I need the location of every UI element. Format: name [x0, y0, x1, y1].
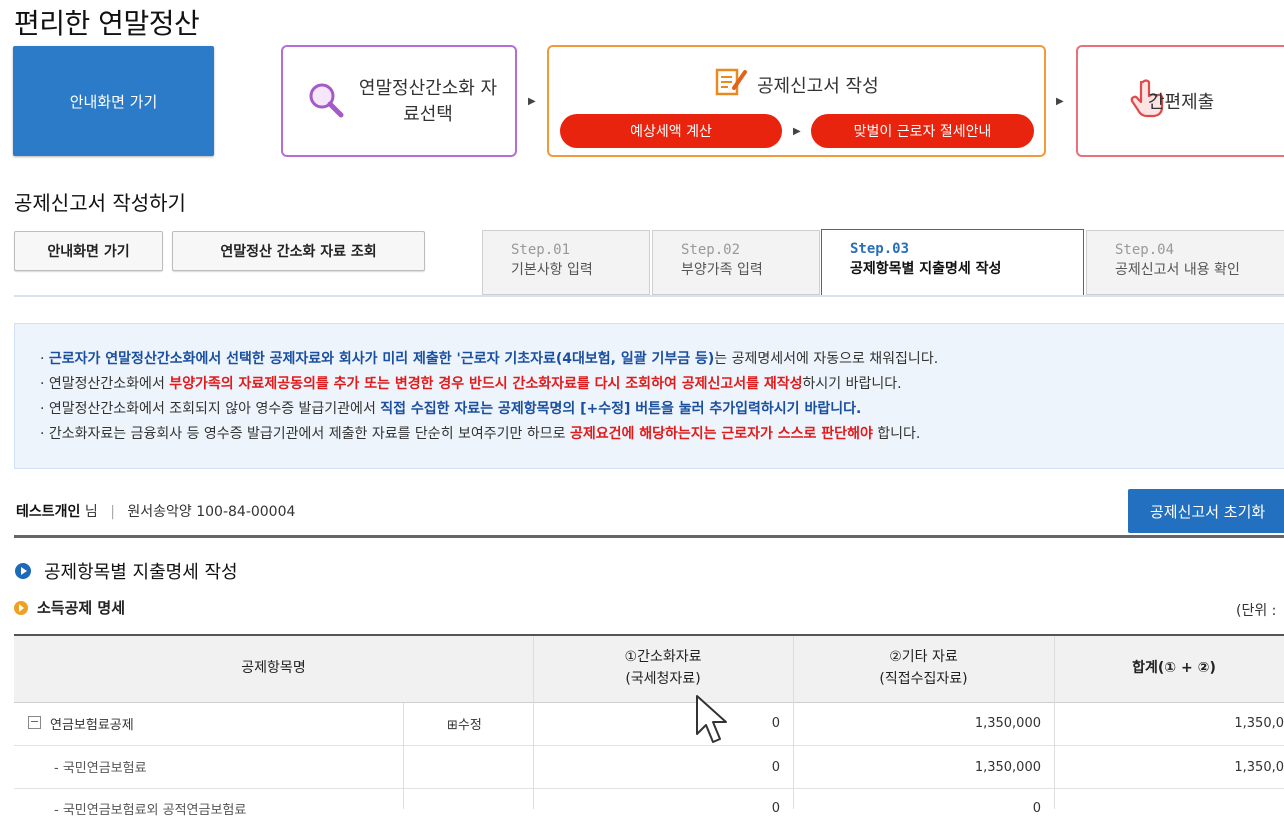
column-header-simplified: ①간소화자료 (국세청자료): [533, 646, 793, 690]
col-border: [403, 703, 404, 809]
section-bullet-icon: [15, 563, 31, 579]
notice-highlight: 공제요건에 해당하는지는 근로자가 스스로 판단해야: [569, 426, 873, 442]
dual-income-guide-button[interactable]: 맞벌이 근로자 절세안내: [811, 114, 1034, 148]
user-honorific: 님: [80, 504, 98, 520]
step-name: 공제신고서 내용 확인: [1115, 262, 1240, 278]
row-border: [14, 788, 1284, 789]
row-name: - 국민연금보험료: [54, 761, 147, 776]
row-border: [14, 745, 1284, 746]
column-header-other: ②기타 자료 (직접수집자료): [793, 646, 1054, 690]
tab-step-01[interactable]: Step.01 기본사항 입력: [482, 230, 650, 295]
notice-text: 는 공제명세서에 자동으로 채워집니다.: [714, 351, 939, 367]
estimated-tax-button[interactable]: 예상세액 계산: [560, 114, 782, 148]
document-pen-icon: [715, 68, 747, 96]
flow-arrow-icon: ▶: [528, 96, 536, 107]
subsection-title: 공제항목별 지출명세 작성: [44, 562, 238, 583]
cell-total: 1,350,0: [1234, 760, 1284, 775]
step-number: Step.02: [681, 242, 741, 258]
step-number: Step.04: [1115, 242, 1175, 258]
edit-button[interactable]: ⊞수정: [447, 714, 482, 733]
tab-underline: [14, 295, 1284, 297]
pill-arrow-icon: ▶: [793, 126, 801, 137]
notice-highlight: 근로자가 연말정산간소화에서 선택한 공제자료와 회사가 미리 제출한 '근로자…: [48, 351, 715, 367]
notice-line: · 연말정산간소화에서 조회되지 않아 영수증 발급기관에서 직접 수집한 자료…: [40, 398, 861, 418]
bullet: ·: [40, 351, 49, 367]
step-name: 공제항목별 지출명세 작성: [850, 261, 1002, 277]
row-name: 연금보험료공제: [50, 718, 134, 733]
step-number: Step.01: [511, 242, 571, 258]
user-info: 테스트개인 님 | 원서송악양 100-84-00004: [16, 501, 295, 521]
collapse-icon[interactable]: −: [28, 716, 41, 729]
notice-line: · 연말정산간소화에서 부양가족의 자료제공동의를 추가 또는 변경한 경우 반…: [40, 373, 902, 393]
cell-total: 1,350,0: [1234, 716, 1284, 731]
divider: [14, 535, 1284, 538]
guide-screen-button[interactable]: 안내화면 가기: [13, 46, 214, 156]
unit-label: (단위 :: [1236, 603, 1277, 619]
notice-highlight: 직접 수집한 자료는 공제항목명의 [+수정] 버튼을 눌러 추가입력하시기 바…: [380, 401, 862, 417]
column-header-total: 합계(① + ②): [1132, 660, 1216, 676]
tab-step-03[interactable]: Step.03 공제항목별 지출명세 작성: [821, 229, 1084, 297]
cell-simplified: 0: [771, 760, 780, 775]
cell-other: 1,350,000: [974, 716, 1041, 731]
guide-button[interactable]: 안내화면 가기: [14, 231, 163, 271]
tab-step-04[interactable]: Step.04 공제신고서 내용 확인: [1086, 230, 1284, 295]
cell-other: 1,350,000: [974, 760, 1041, 775]
column-header-name: 공제항목명: [241, 660, 306, 676]
notice-line: · 근로자가 연말정산간소화에서 선택한 공제자료와 회사가 미리 제출한 '근…: [40, 348, 938, 368]
cell-simplified: 0: [771, 716, 780, 731]
page-title: 편리한 연말정산: [14, 7, 200, 40]
notice-box: [14, 323, 1284, 469]
notice-text: · 연말정산간소화에서 조회되지 않아 영수증 발급기관에서: [40, 401, 381, 417]
magnifier-icon: [309, 83, 344, 118]
flow-step-select-data-label: 연말정산간소화 자료선택: [358, 78, 498, 125]
notice-line: · 간소화자료는 금융회사 등 영수증 발급기관에서 제출한 자료를 단순히 보…: [40, 423, 920, 443]
notice-highlight: 부양가족의 자료제공동의를 추가 또는 변경한 경우 반드시 간소화자료를 다시…: [169, 376, 803, 392]
notice-text: 합니다.: [872, 426, 921, 442]
column-header-line: (국세청자료): [625, 671, 701, 687]
column-header-line: ②기타 자료: [889, 649, 958, 665]
notice-text: 하시기 바랍니다.: [802, 376, 902, 392]
notice-text: · 연말정산간소화에서: [40, 376, 170, 392]
step-name: 기본사항 입력: [511, 262, 593, 278]
step-name: 부양가족 입력: [681, 262, 763, 278]
table-header-border: [14, 702, 1284, 703]
notice-text: · 간소화자료는 금융회사 등 영수증 발급기관에서 제출한 자료를 단순히 보…: [40, 426, 570, 442]
flow-step-submit-label: 간편제출: [1148, 92, 1215, 113]
mouse-cursor-icon: [696, 695, 727, 743]
flow-step-write-form-label: 공제신고서 작성: [757, 76, 879, 97]
user-name: 테스트개인: [16, 504, 81, 520]
company-info: 원서송악양 100-84-00004: [127, 504, 296, 520]
column-header-line: (직접수집자료): [879, 671, 968, 687]
income-deduction-title: 소득공제 명세: [37, 599, 126, 617]
section-title: 공제신고서 작성하기: [14, 191, 186, 215]
step-number: Step.03: [850, 241, 910, 257]
subsection-bullet-icon: [14, 601, 28, 615]
simplified-data-lookup-button[interactable]: 연말정산 간소화 자료 조회: [172, 231, 425, 271]
separator: |: [110, 504, 115, 520]
column-header-line: ①간소화자료: [624, 649, 702, 665]
flow-arrow-icon: ▶: [1056, 96, 1064, 107]
tab-step-02[interactable]: Step.02 부양가족 입력: [652, 230, 820, 295]
reset-form-button[interactable]: 공제신고서 초기화: [1128, 489, 1284, 533]
